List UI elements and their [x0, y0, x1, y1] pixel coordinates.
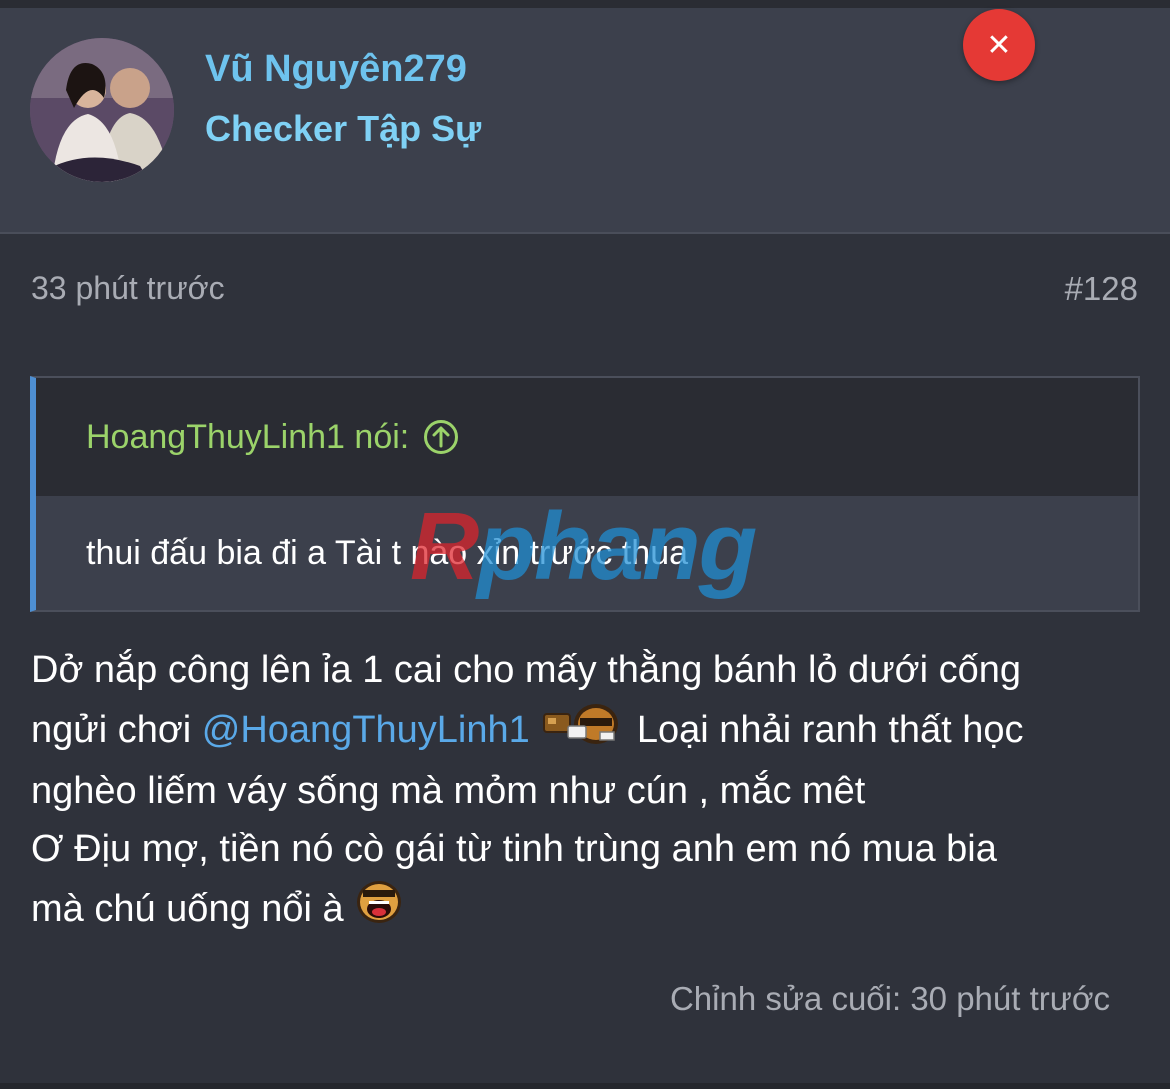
- message-line: Dở nắp công lên ỉa 1 cai cho mấy thằng b…: [31, 649, 1022, 691]
- divider: [0, 1083, 1170, 1089]
- shouting-smiley-icon: [354, 878, 404, 944]
- avatar[interactable]: [30, 38, 174, 182]
- sleeping-smiley-icon: [540, 700, 626, 764]
- quote-block: HoangThuyLinh1 nói: thui đấu bia đi a Tà…: [30, 376, 1140, 612]
- message-line: Ơ Địu mợ, tiền nó cò gái từ tinh trùng a…: [31, 827, 997, 870]
- user-title: Checker Tập Sự: [205, 108, 482, 149]
- quote-header[interactable]: HoangThuyLinh1 nói:: [36, 378, 1138, 496]
- post-timestamp[interactable]: 33 phút trước: [31, 270, 225, 307]
- post-number[interactable]: #128: [1065, 270, 1138, 308]
- avatar-photo: [30, 38, 174, 182]
- message-line: nghèo liếm váy sống mà mỏm như cún , mắc…: [31, 770, 866, 812]
- arrow-up-circle-icon[interactable]: [423, 419, 459, 455]
- user-mention-link[interactable]: @HoangThuyLinh1: [202, 708, 530, 750]
- close-icon: ✕: [986, 28, 1012, 62]
- post-message: Dở nắp công lên ỉa 1 cai cho mấy thằng b…: [31, 642, 1141, 944]
- last-edited-note: Chỉnh sửa cuối: 30 phút trước: [669, 980, 1110, 1017]
- username[interactable]: Vũ Nguyên279: [205, 48, 467, 91]
- close-button[interactable]: ✕: [963, 9, 1035, 81]
- message-line: mà chú uống nổi à: [31, 878, 1141, 944]
- quote-author[interactable]: HoangThuyLinh1 nói:: [86, 418, 409, 457]
- quote-text: thui đấu bia đi a Tài t nào xỉn trước th…: [36, 496, 1138, 610]
- message-line: ngửi chơi @HoangThuyLinh1 Loại nhải ranh…: [31, 700, 1141, 764]
